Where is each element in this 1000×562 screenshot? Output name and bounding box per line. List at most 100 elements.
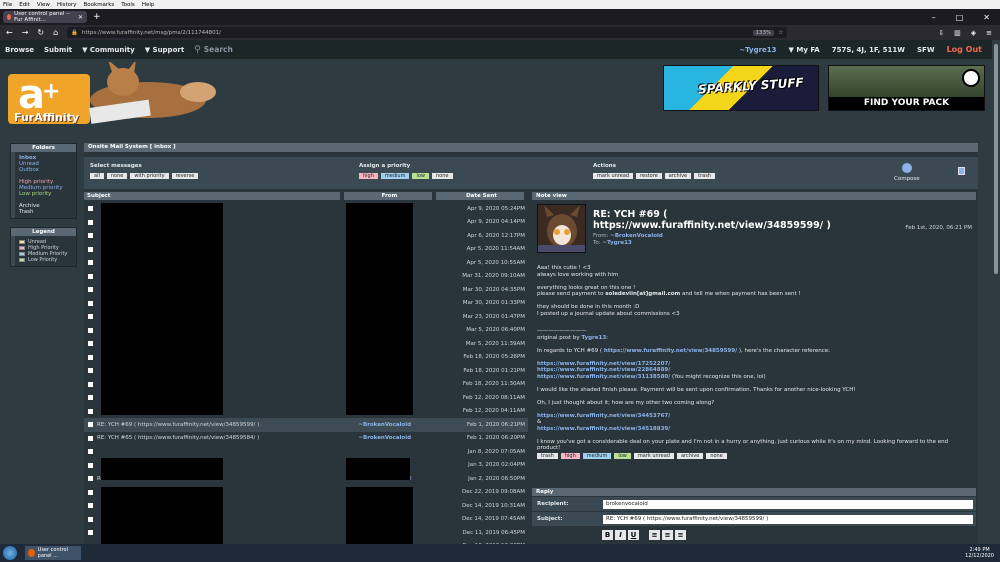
logout-link[interactable]: Log Out — [947, 45, 982, 54]
ref-link-5[interactable]: https://www.furaffinity.net/view/3451883… — [537, 426, 670, 432]
menu-edit[interactable]: Edit — [19, 2, 30, 8]
row-checkbox[interactable] — [88, 489, 93, 495]
downloads-icon[interactable]: ⇩ — [938, 29, 944, 37]
table-row[interactable]: RE: YCH #65 ( https://www.furaffinity.ne… — [84, 432, 528, 446]
row-checkbox[interactable] — [88, 354, 93, 360]
nav-support[interactable]: ▼ Support — [145, 46, 184, 54]
maximize-icon[interactable]: □ — [956, 13, 964, 22]
select-all-button[interactable]: all — [90, 173, 104, 179]
ref-link-4[interactable]: https://www.furaffinity.net/view/3445376… — [537, 413, 670, 419]
row-checkbox[interactable] — [88, 408, 93, 414]
align-left-button[interactable]: ≡ — [649, 530, 660, 540]
row-checkbox[interactable] — [88, 273, 93, 279]
archive-button[interactable]: archive — [664, 173, 692, 179]
row-checkbox[interactable] — [88, 462, 93, 468]
close-tab-icon[interactable]: ✕ — [78, 14, 83, 21]
ref-link-2[interactable]: https://www.furaffinity.net/view/2286488… — [537, 367, 670, 373]
bookmark-star-icon[interactable]: ☆ — [778, 30, 783, 36]
minimize-icon[interactable]: – — [932, 13, 936, 22]
menu-history[interactable]: History — [57, 2, 77, 8]
nav-sfw[interactable]: SFW — [917, 46, 935, 54]
trash-button[interactable]: trash — [694, 173, 715, 179]
menu-tools[interactable]: Tools — [121, 2, 135, 8]
priority-none-button[interactable]: none — [432, 173, 453, 179]
select-reverse-button[interactable]: reverse — [171, 173, 199, 179]
ad-banner-pack[interactable]: FIND YOUR PACK — [828, 65, 985, 111]
nav-browse[interactable]: Browse — [5, 46, 34, 54]
align-center-button[interactable]: ≡ — [662, 530, 673, 540]
note-to[interactable]: ~Tygre13 — [602, 240, 631, 246]
home-icon[interactable]: ⌂ — [53, 28, 58, 37]
table-row[interactable]: RE: YCH #69 ( https://www.furaffinity.ne… — [84, 418, 528, 432]
row-checkbox[interactable] — [88, 435, 93, 441]
row-checkbox[interactable] — [88, 530, 93, 536]
align-right-button[interactable]: ≡ — [675, 530, 686, 540]
menu-help[interactable]: Help — [142, 2, 155, 8]
settings-icon[interactable] — [958, 167, 965, 175]
start-button-icon[interactable] — [3, 546, 17, 560]
note-archive-button[interactable]: archive — [676, 453, 704, 459]
row-checkbox[interactable] — [88, 246, 93, 252]
ad-banner-sparkly[interactable]: SPARKLY STUFF — [663, 65, 819, 111]
zoom-level[interactable]: 133% — [752, 29, 775, 36]
ref-link-1[interactable]: https://www.furaffinity.net/view/1725220… — [537, 361, 670, 367]
row-subject[interactable]: RE: YCH #65 ( https://www.furaffinity.ne… — [97, 435, 350, 441]
menu-hamburger-icon[interactable]: ≡ — [986, 29, 992, 37]
close-window-icon[interactable]: ✕ — [983, 13, 990, 22]
taskbar-firefox[interactable]: User control panel ... — [25, 546, 81, 560]
reload-icon[interactable]: ↻ — [37, 28, 44, 37]
quote-author-link[interactable]: Tygre13 — [581, 335, 606, 341]
forward-icon[interactable]: → — [22, 28, 29, 37]
ref-link-3[interactable]: https://www.furaffinity.net/view/3113858… — [537, 374, 670, 380]
note-from[interactable]: ~BrokenVocaloid — [610, 233, 663, 239]
row-subject[interactable]: RE: YCH #69 ( https://www.furaffinity.ne… — [97, 422, 350, 428]
back-icon[interactable]: ← — [6, 28, 13, 37]
row-from[interactable]: ~BrokenVocaloid — [350, 422, 440, 428]
row-from[interactable]: ~BrokenVocaloid — [350, 435, 440, 441]
note-low-button[interactable]: low — [614, 453, 631, 459]
row-checkbox[interactable] — [88, 233, 93, 239]
menu-file[interactable]: File — [3, 2, 12, 8]
nav-username[interactable]: ~Tygre13 — [739, 46, 776, 54]
row-checkbox[interactable] — [88, 422, 93, 428]
row-checkbox[interactable] — [88, 476, 93, 482]
new-tab-icon[interactable]: + — [93, 12, 101, 22]
col-date[interactable]: Date Sent — [436, 192, 524, 200]
bold-button[interactable]: B — [602, 530, 613, 540]
nav-stats[interactable]: 757S, 4J, 1F, 511W — [832, 46, 905, 54]
select-priority-button[interactable]: with priority — [130, 173, 169, 179]
mark-unread-button[interactable]: mark unread — [593, 173, 634, 179]
col-subject[interactable]: Subject — [84, 192, 340, 200]
nav-myfa[interactable]: ▼ My FA — [789, 46, 820, 54]
menu-bookmarks[interactable]: Bookmarks — [84, 2, 115, 8]
row-checkbox[interactable] — [88, 368, 93, 374]
page-scrollbar[interactable] — [992, 40, 1000, 552]
row-checkbox[interactable] — [88, 287, 93, 293]
url-bar[interactable]: 🔒 https://www.furaffinity.net/msg/pms/2/… — [67, 27, 788, 38]
row-checkbox[interactable] — [88, 260, 93, 266]
row-checkbox[interactable] — [88, 327, 93, 333]
priority-low-button[interactable]: low — [412, 173, 430, 179]
avatar[interactable] — [537, 204, 586, 253]
quote-link[interactable]: https://www.furaffinity.net/view/3485959… — [604, 348, 737, 354]
priority-medium-button[interactable]: medium — [380, 173, 410, 179]
email-link[interactable]: soledevlin[at]gmail.com — [605, 291, 680, 297]
row-checkbox[interactable] — [88, 314, 93, 320]
menu-view[interactable]: View — [37, 2, 50, 8]
nav-submit[interactable]: Submit — [44, 46, 72, 54]
scrollbar-thumb[interactable] — [994, 44, 998, 274]
row-checkbox[interactable] — [88, 300, 93, 306]
row-checkbox[interactable] — [88, 206, 93, 212]
site-logo[interactable]: a + FurAffinity — [8, 60, 223, 132]
row-checkbox[interactable] — [88, 449, 93, 455]
nav-community[interactable]: ▼ Community — [82, 46, 135, 54]
compose-button[interactable]: Compose — [894, 163, 920, 182]
select-none-button[interactable]: none — [106, 173, 128, 179]
recipient-field[interactable]: brokenvocaloid — [603, 499, 973, 509]
note-medium-button[interactable]: medium — [582, 453, 612, 459]
nav-search[interactable]: ⚲ Search — [194, 45, 233, 55]
underline-button[interactable]: U — [628, 530, 639, 540]
col-from[interactable]: From — [344, 192, 432, 200]
italic-button[interactable]: I — [615, 530, 626, 540]
row-checkbox[interactable] — [88, 381, 93, 387]
